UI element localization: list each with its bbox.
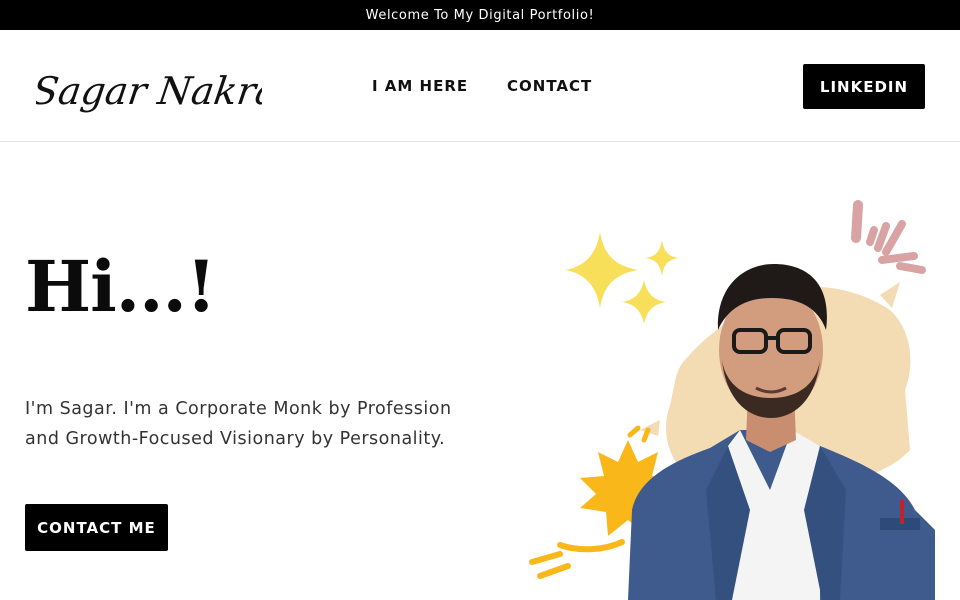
announcement-bar: Welcome To My Digital Portfolio! — [0, 0, 960, 30]
hero-title: Hi...! — [25, 245, 217, 328]
nav-label-i-am-here[interactable]: I AM HERE — [372, 77, 468, 95]
linkedin-button[interactable]: LINKEDIN — [803, 64, 925, 109]
logo-text: Sagar Nakrani — [36, 70, 262, 114]
hero-illustration — [529, 200, 935, 600]
sparkle-icon — [566, 232, 678, 324]
nav-item-i-am-here[interactable]: I AM HERE — [372, 30, 468, 142]
accent-marks-icon — [851, 200, 926, 274]
hero-intro: I'm Sagar. I'm a Corporate Monk by Profe… — [25, 394, 495, 454]
site-header: Sagar Nakrani I AM HERE CONTACT LINKEDIN — [0, 30, 960, 142]
logo[interactable]: Sagar Nakrani — [36, 52, 262, 122]
hero-intro-line-2: and Growth-Focused Visionary by Personal… — [25, 429, 446, 449]
nav-label-contact[interactable]: CONTACT — [507, 77, 592, 95]
announcement-text: Welcome To My Digital Portfolio! — [365, 7, 595, 23]
hero-intro-line-1: I'm Sagar. I'm a Corporate Monk by Profe… — [25, 399, 452, 419]
contact-me-button[interactable]: CONTACT ME — [25, 504, 168, 551]
nav-item-contact[interactable]: CONTACT — [507, 30, 592, 142]
